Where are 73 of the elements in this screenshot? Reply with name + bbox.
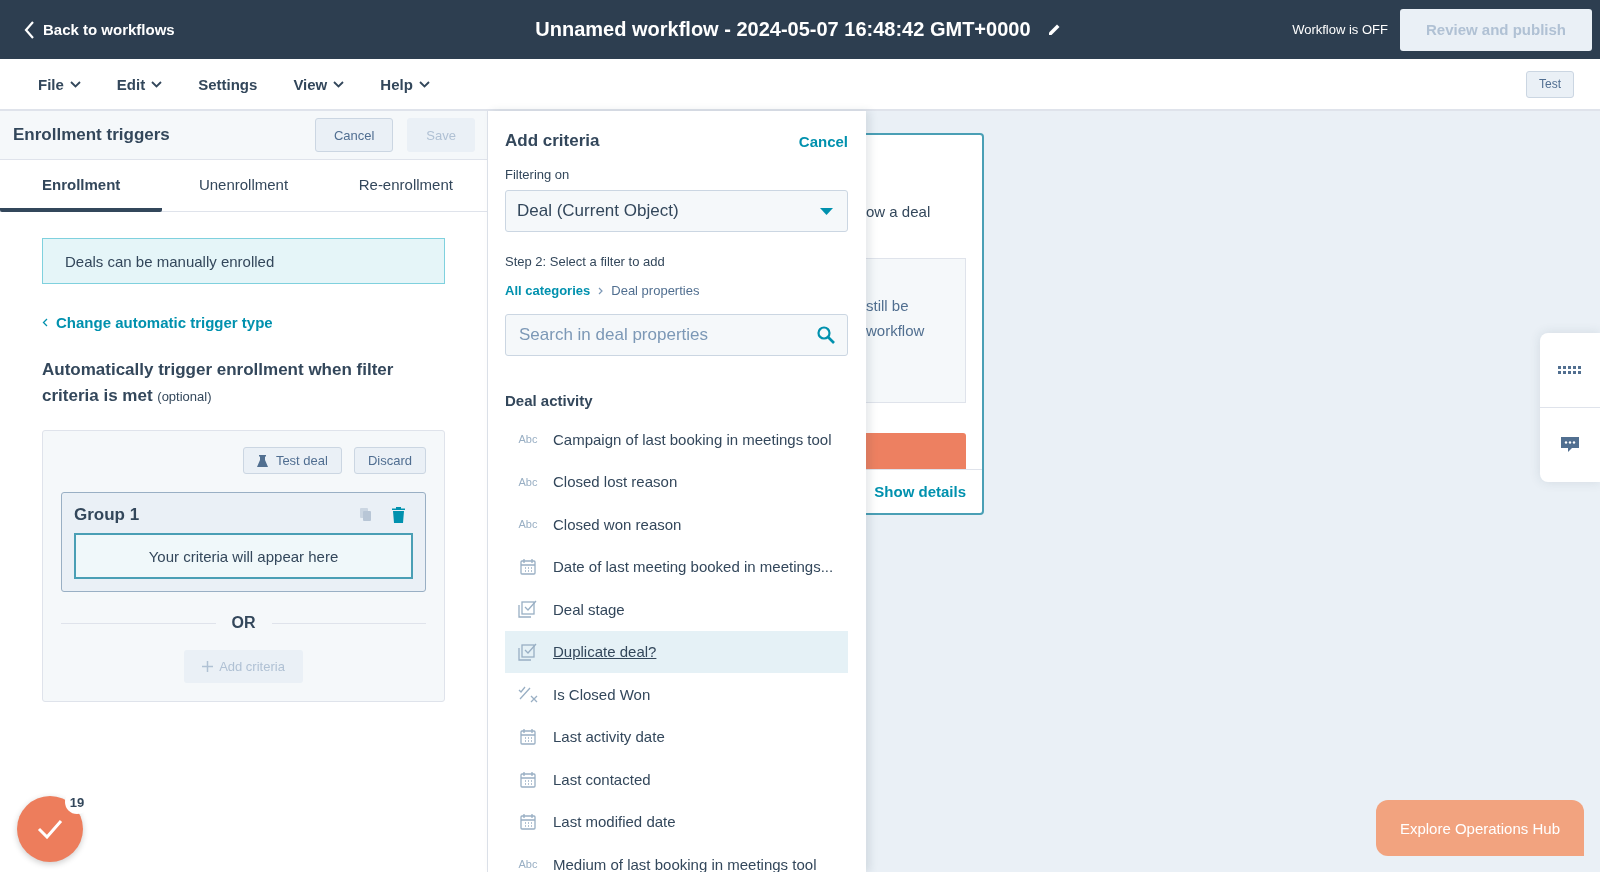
menu-item[interactable]: View	[293, 75, 345, 93]
menu-item[interactable]: Edit	[116, 75, 163, 93]
menu-item[interactable]: Settings	[198, 75, 258, 93]
cancel-link[interactable]: Cancel	[798, 132, 848, 150]
trigger-heading: Automatically trigger enrollment when filter criteria is met (optional)	[42, 359, 395, 407]
cancel-button[interactable]: Cancel	[314, 118, 394, 152]
text-type-icon: Abc	[517, 518, 539, 531]
text-type-icon: Abc	[517, 858, 539, 871]
menu-item[interactable]: Help	[380, 75, 430, 93]
calendar-icon	[520, 728, 536, 746]
card-text: ow a deal	[866, 203, 932, 220]
text-type-icon: Abc	[517, 475, 539, 488]
tab[interactable]: Unenrollment	[162, 160, 325, 212]
group-title: Group 1	[74, 505, 141, 525]
panel-title: Enrollment triggers	[13, 125, 171, 145]
workflow-status: Workflow is OFF	[1292, 22, 1388, 37]
caret-icon	[69, 80, 81, 88]
test-button[interactable]: Test	[1526, 70, 1574, 98]
property-item[interactable]: Is Closed Won	[505, 673, 848, 716]
property-item[interactable]: Abc Campaign of last booking in meetings tool	[505, 418, 848, 461]
field-label: Filtering on	[505, 167, 571, 182]
search-box[interactable]: Search in deal properties	[505, 314, 848, 356]
panel-title: Add criteria	[505, 131, 601, 151]
checklist-icon	[518, 600, 538, 619]
caret-icon	[151, 80, 163, 88]
property-item[interactable]: Date of last meeting booked in meetings...	[505, 545, 848, 588]
tab[interactable]: Re-enrollment	[324, 160, 487, 212]
back-link[interactable]: Back to workflows	[24, 20, 175, 39]
card-note: still be workflow	[866, 258, 966, 403]
or-separator: OR	[231, 614, 256, 632]
chevron-right-icon	[598, 286, 604, 295]
search-icon	[817, 326, 835, 344]
notice-text: Deals can be manually enrolled	[65, 252, 275, 270]
plus-icon	[202, 661, 214, 672]
caret-icon	[333, 80, 345, 88]
dropdown-icon	[820, 207, 833, 215]
breadcrumb-link[interactable]: All categories	[505, 283, 591, 298]
check-cross-icon	[517, 685, 539, 704]
calendar-icon	[520, 558, 536, 576]
property-item[interactable]: Last activity date	[505, 715, 848, 758]
property-item[interactable]: Last modified date	[505, 800, 848, 843]
property-item[interactable]: Abc Closed lost reason	[505, 460, 848, 503]
property-item[interactable]: Deal stage	[505, 588, 848, 631]
test-deal-button[interactable]: Test deal	[242, 447, 342, 474]
change-trigger-link[interactable]: Change automatic trigger type	[42, 314, 445, 331]
trash-icon[interactable]	[392, 507, 405, 523]
tab[interactable]: Enrollment	[0, 160, 163, 212]
show-details-link[interactable]: Show details	[874, 483, 966, 500]
breadcrumb-current: Deal properties	[611, 283, 700, 298]
menu-item[interactable]: File	[38, 75, 81, 93]
dots-icon	[1558, 366, 1582, 374]
checklist-icon	[518, 642, 538, 661]
text-type-icon: Abc	[517, 433, 539, 446]
pencil-icon[interactable]	[1046, 22, 1062, 37]
search-field[interactable]: Search in deal properties	[517, 324, 817, 346]
discard-button[interactable]: Discard	[353, 447, 426, 474]
flask-icon	[256, 454, 268, 467]
calendar-icon	[520, 813, 536, 831]
calendar-icon	[520, 770, 536, 788]
placeholder-text: Your criteria will appear here	[148, 547, 339, 565]
object-select[interactable]: Deal (Current Object)	[505, 190, 848, 232]
property-item[interactable]: Abc Closed won reason	[505, 503, 848, 546]
property-item[interactable]: Last contacted	[505, 758, 848, 801]
property-item[interactable]: Abc Medium of last booking in meetings tool	[505, 843, 848, 872]
chat-icon	[1561, 437, 1579, 453]
property-item[interactable]: Duplicate deal?	[505, 630, 848, 673]
back-icon	[24, 20, 35, 39]
caret-icon	[418, 80, 430, 88]
chevron-left-icon	[42, 318, 48, 327]
check-icon	[37, 819, 63, 839]
workflow-title: Unnamed workflow - 2024-05-07 16:48:42 GMT+0000	[535, 18, 1031, 41]
step-label: Step 2: Select a filter to add	[505, 254, 666, 269]
section-heading: Deal activity	[505, 392, 594, 409]
